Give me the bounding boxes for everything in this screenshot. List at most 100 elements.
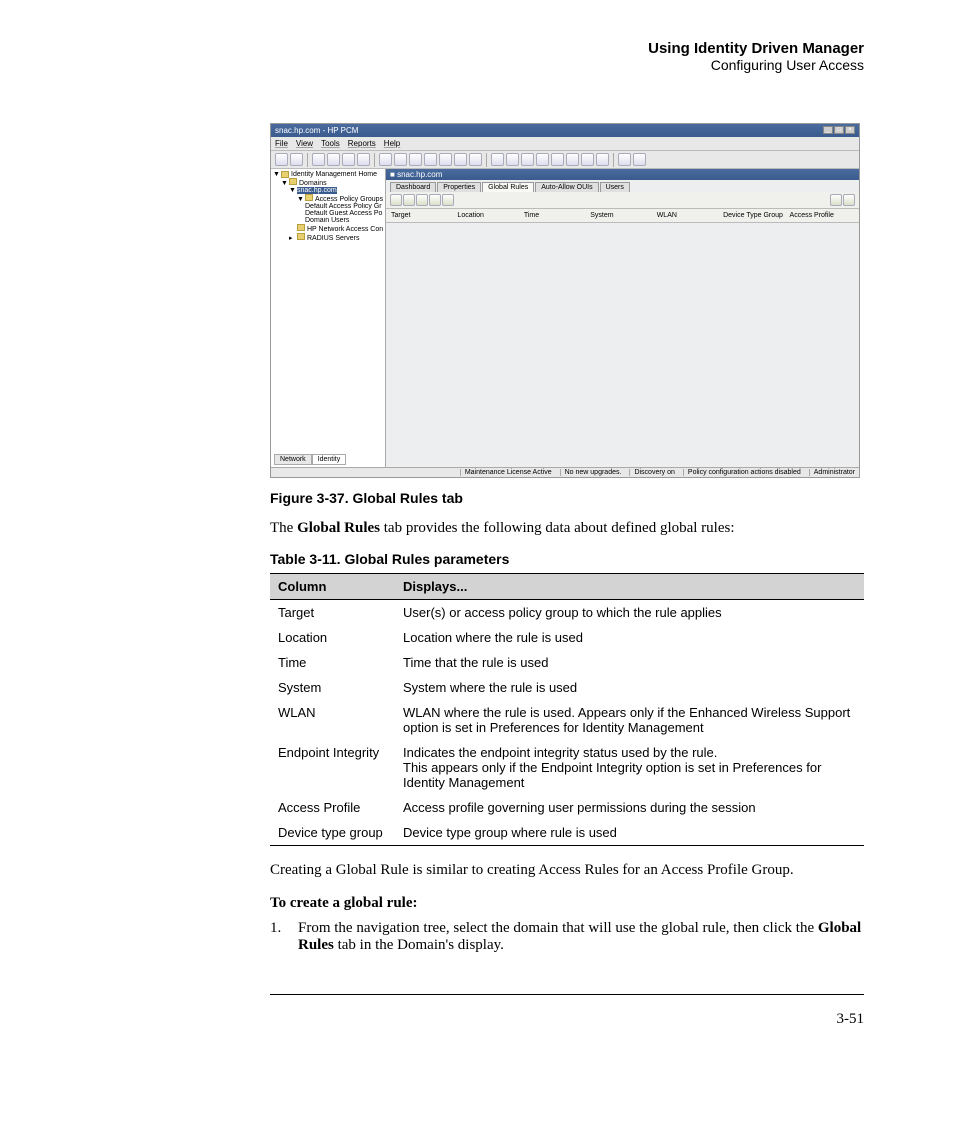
folder-icon xyxy=(297,224,305,231)
col-time[interactable]: Time xyxy=(523,211,589,220)
col-system[interactable]: System xyxy=(589,211,655,220)
tree-root-label[interactable]: Identity Management Home xyxy=(291,171,377,178)
tree-selected-domain[interactable]: snac.hp.com xyxy=(297,187,337,194)
table-header: Target Location Time System WLAN Device … xyxy=(386,209,859,223)
toolbar-icon[interactable] xyxy=(581,153,594,166)
toolbar-icon[interactable] xyxy=(409,153,422,166)
minimize-icon[interactable]: _ xyxy=(823,126,833,134)
tree-item[interactable]: RADIUS Servers xyxy=(307,235,360,242)
col-access-profile[interactable]: Access Profile xyxy=(789,211,855,220)
toolbar-icon[interactable] xyxy=(633,153,646,166)
toolbar-icon[interactable] xyxy=(312,153,325,166)
paragraph: Creating a Global Rule is similar to cre… xyxy=(270,862,864,879)
status-user: Administrator xyxy=(809,469,855,476)
tab-properties[interactable]: Properties xyxy=(437,182,481,192)
col-device-type-group[interactable]: Device Type Group xyxy=(722,211,788,220)
parameters-table: Column Displays... TargetUser(s) or acce… xyxy=(270,573,864,846)
toolbar-icon[interactable] xyxy=(551,153,564,166)
toolbar-icon[interactable] xyxy=(566,153,579,166)
folder-icon xyxy=(281,171,289,178)
tree-item[interactable]: Domain Users xyxy=(305,217,349,224)
main-panel-title: ■ snac.hp.com xyxy=(386,169,859,180)
toolbar-forward-icon[interactable] xyxy=(290,153,303,166)
toolbar-icon[interactable] xyxy=(618,153,631,166)
main-panel: ■ snac.hp.com Dashboard Properties Globa… xyxy=(386,169,859,472)
table-header-displays: Displays... xyxy=(395,574,864,600)
col-wlan[interactable]: WLAN xyxy=(656,211,722,220)
menu-tools[interactable]: Tools xyxy=(321,139,340,148)
window-controls: _ □ × xyxy=(823,126,855,135)
toolbar-icon[interactable] xyxy=(596,153,609,166)
toolbar-icon[interactable] xyxy=(469,153,482,166)
table-row: Access ProfileAccess profile governing u… xyxy=(270,795,864,820)
toolbar-icon[interactable] xyxy=(491,153,504,166)
navigation-tree[interactable]: ▼Identity Management Home ▼Domains ▼snac… xyxy=(271,169,386,472)
folder-icon xyxy=(297,233,305,240)
toolbar-separator xyxy=(374,153,375,167)
toolbar-icon[interactable] xyxy=(506,153,519,166)
tree-item[interactable]: Access Policy Groups xyxy=(315,196,383,203)
intro-paragraph: The Global Rules tab provides the follow… xyxy=(270,520,864,537)
page-number: 3-51 xyxy=(837,1011,865,1027)
page-header: Using Identity Driven Manager Configurin… xyxy=(460,40,864,73)
header-subtitle: Configuring User Access xyxy=(460,57,864,73)
table-row: Device type groupDevice type group where… xyxy=(270,820,864,846)
menu-view[interactable]: View xyxy=(296,139,313,148)
menu-file[interactable]: File xyxy=(275,139,288,148)
tree-item[interactable]: Default Guest Access Po xyxy=(305,210,382,217)
toolbar-icon[interactable] xyxy=(357,153,370,166)
table-row: LocationLocation where the rule is used xyxy=(270,625,864,650)
status-license: Maintenance License Active xyxy=(460,469,552,476)
main-tabs: Dashboard Properties Global Rules Auto-A… xyxy=(386,180,859,192)
tab-auto-allow-ouis[interactable]: Auto-Allow OUIs xyxy=(535,182,598,192)
toolbar-icon[interactable] xyxy=(390,194,402,206)
window-titlebar: snac.hp.com - HP PCM _ □ × xyxy=(271,124,859,137)
tree-item[interactable]: HP Network Access Control xyxy=(307,226,383,233)
header-title: Using Identity Driven Manager xyxy=(460,40,864,57)
toolbar-icon[interactable] xyxy=(429,194,441,206)
status-discovery: Discovery on xyxy=(629,469,674,476)
toolbar-icon[interactable] xyxy=(442,194,454,206)
tree-item[interactable]: Default Access Policy Gr xyxy=(305,203,382,210)
toolbar-icon[interactable] xyxy=(416,194,428,206)
page-footer: 3-51 xyxy=(270,994,864,1028)
toolbar-separator xyxy=(307,153,308,167)
table-row: Endpoint IntegrityIndicates the endpoint… xyxy=(270,740,864,795)
close-icon[interactable]: × xyxy=(845,126,855,134)
tab-dashboard[interactable]: Dashboard xyxy=(390,182,436,192)
maximize-icon[interactable]: □ xyxy=(834,126,844,134)
toolbar-icon[interactable] xyxy=(521,153,534,166)
toolbar-back-icon[interactable] xyxy=(275,153,288,166)
tab-network[interactable]: Network xyxy=(274,454,312,465)
section-heading: To create a global rule: xyxy=(270,895,864,912)
toolbar-icon[interactable] xyxy=(536,153,549,166)
menu-help[interactable]: Help xyxy=(384,139,400,148)
toolbar-separator xyxy=(613,153,614,167)
toolbar-icon[interactable] xyxy=(327,153,340,166)
toolbar-icon[interactable] xyxy=(403,194,415,206)
folder-icon xyxy=(305,194,313,201)
export-icon[interactable] xyxy=(843,194,855,206)
step-number: 1. xyxy=(270,920,292,954)
tree-domains[interactable]: Domains xyxy=(299,180,327,187)
step-text: From the navigation tree, select the dom… xyxy=(292,920,864,954)
table-caption: Table 3-11. Global Rules parameters xyxy=(270,551,864,567)
toolbar-separator xyxy=(486,153,487,167)
print-icon[interactable] xyxy=(830,194,842,206)
toolbar-icon[interactable] xyxy=(394,153,407,166)
toolbar-icon[interactable] xyxy=(454,153,467,166)
table-row: WLANWLAN where the rule is used. Appears… xyxy=(270,700,864,740)
col-location[interactable]: Location xyxy=(456,211,522,220)
toolbar-icon[interactable] xyxy=(379,153,392,166)
toolbar xyxy=(271,151,859,169)
tab-users[interactable]: Users xyxy=(600,182,630,192)
toolbar-icon[interactable] xyxy=(439,153,452,166)
col-target[interactable]: Target xyxy=(390,211,456,220)
menu-reports[interactable]: Reports xyxy=(348,139,376,148)
toolbar-icon[interactable] xyxy=(424,153,437,166)
figure-caption: Figure 3-37. Global Rules tab xyxy=(270,490,864,506)
screenshot: snac.hp.com - HP PCM _ □ × File View Too… xyxy=(270,123,860,478)
tab-global-rules[interactable]: Global Rules xyxy=(482,182,534,192)
toolbar-icon[interactable] xyxy=(342,153,355,166)
tab-identity[interactable]: Identity xyxy=(312,454,347,465)
